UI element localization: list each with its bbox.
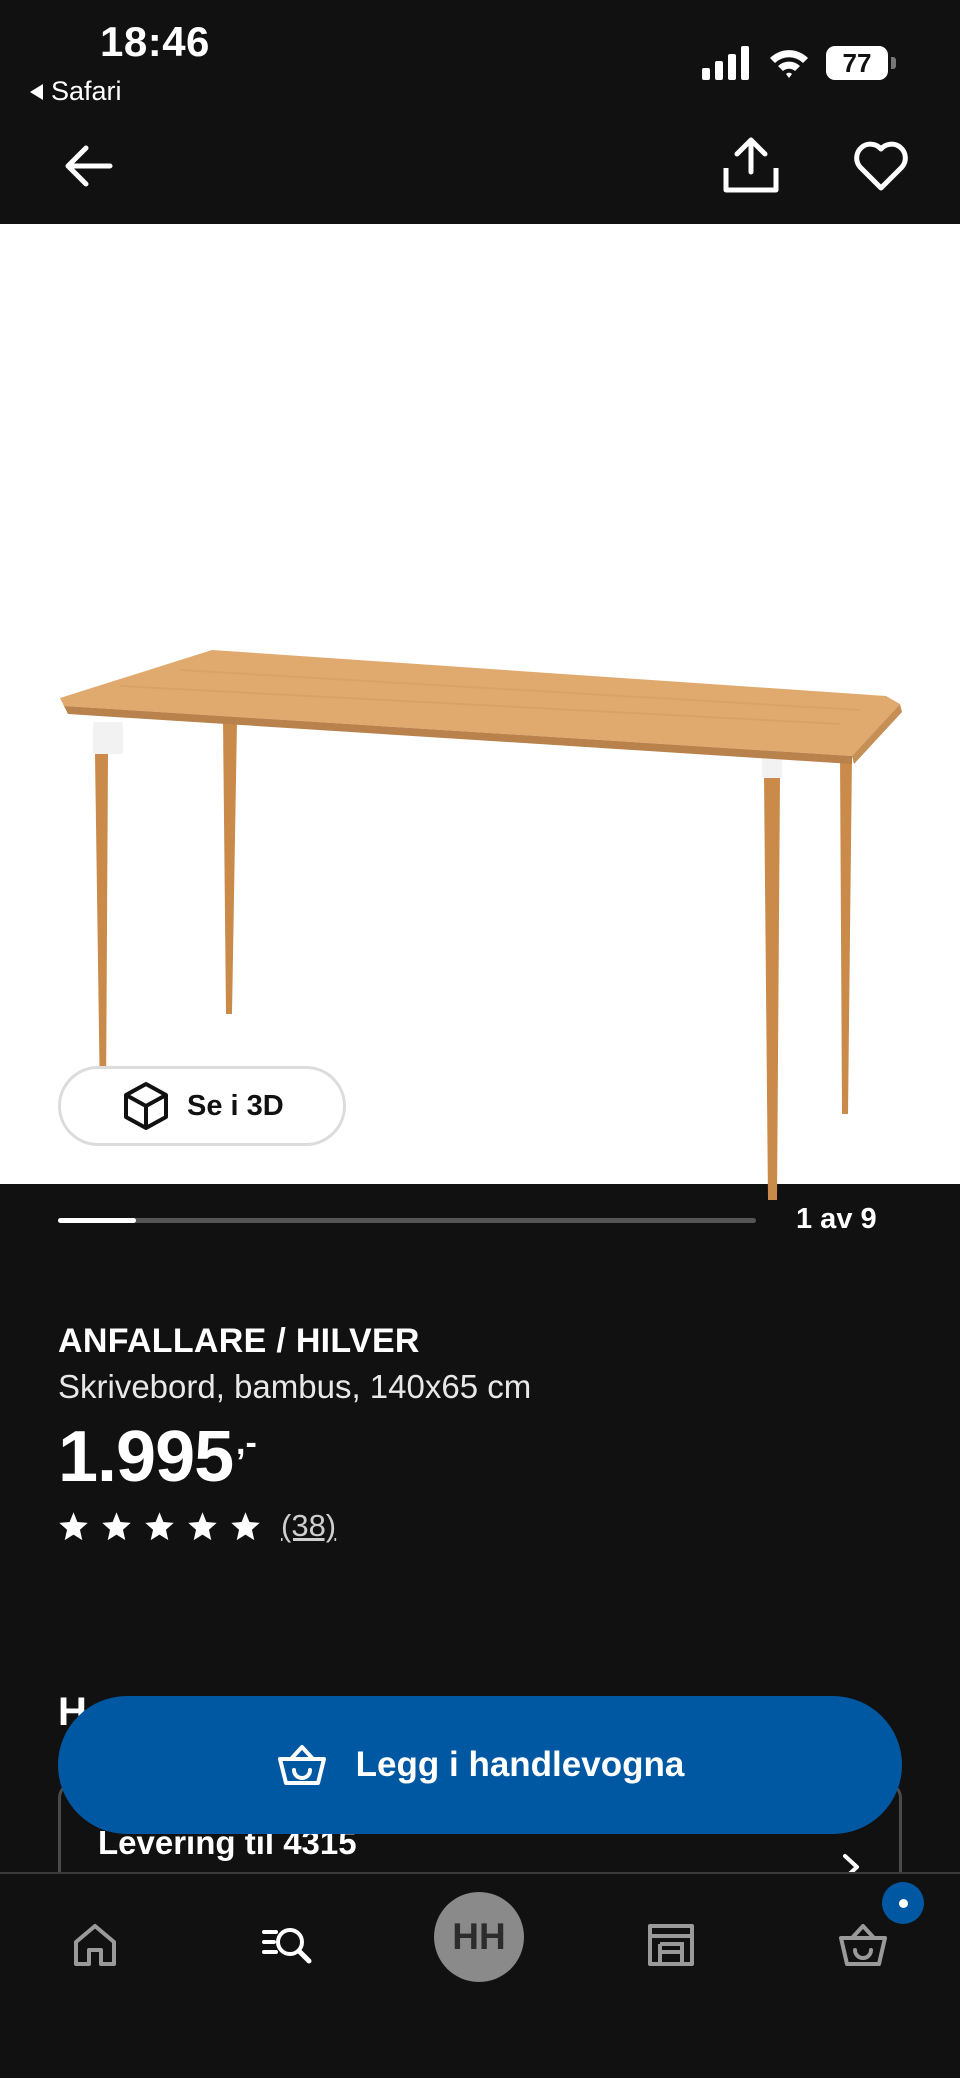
share-icon[interactable] xyxy=(722,134,780,196)
top-nav xyxy=(0,110,960,224)
basket-icon xyxy=(277,1745,326,1785)
product-image-gallery[interactable]: Se i 3D xyxy=(0,224,960,1200)
see-in-3d-button[interactable]: Se i 3D xyxy=(58,1066,346,1146)
cart-badge-dot xyxy=(898,1898,908,1908)
back-to-safari-link[interactable]: Safari xyxy=(30,76,122,107)
back-arrow-icon[interactable] xyxy=(60,138,116,194)
heart-icon[interactable] xyxy=(852,136,910,194)
wifi-icon xyxy=(770,50,808,78)
price-suffix: ,- xyxy=(236,1424,257,1462)
basket-icon xyxy=(839,1924,887,1966)
cube-3d-icon xyxy=(124,1082,168,1130)
gallery-counter: 1 av 9 xyxy=(796,1203,877,1235)
back-triangle-icon xyxy=(30,83,43,100)
star-icon xyxy=(59,1511,88,1540)
star-icon xyxy=(231,1511,260,1540)
review-count-link[interactable]: (38) xyxy=(281,1508,336,1544)
status-time: 18:46 xyxy=(100,18,210,65)
tab-search[interactable] xyxy=(242,1900,332,1990)
tab-home[interactable] xyxy=(50,1900,140,1990)
add-to-cart-label: Legg i handlevogna xyxy=(355,1745,685,1784)
product-description: Skrivebord, bambus, 140x65 cm xyxy=(58,1368,532,1405)
battery-icon: 77 xyxy=(826,46,896,80)
star-icon xyxy=(102,1511,131,1540)
gallery-progress-bar xyxy=(58,1218,756,1223)
tab-store[interactable] xyxy=(626,1900,716,1990)
home-icon xyxy=(74,1924,116,1966)
gallery-progress-fill xyxy=(58,1218,136,1223)
star-icon xyxy=(188,1511,217,1540)
star-icon xyxy=(145,1511,174,1540)
status-bar: 18:46 Safari 77 xyxy=(0,0,960,110)
tab-profile-avatar[interactable]: HH xyxy=(434,1892,524,1982)
product-name: ANFALLARE / HILVER xyxy=(58,1322,420,1360)
battery-tip xyxy=(891,57,896,69)
product-rating[interactable]: (38) xyxy=(58,1508,336,1544)
see-in-3d-label: Se i 3D xyxy=(187,1089,284,1122)
add-to-cart-button[interactable]: Legg i handlevogna xyxy=(58,1696,902,1834)
signal-icon xyxy=(702,46,749,80)
search-icon xyxy=(262,1928,312,1964)
battery-level: 77 xyxy=(826,46,888,80)
bottom-tab-bar: HH xyxy=(0,1872,960,2078)
cart-badge xyxy=(882,1882,924,1924)
store-icon xyxy=(648,1924,694,1966)
product-price: 1.995 xyxy=(58,1417,234,1497)
back-app-label: Safari xyxy=(51,76,122,106)
